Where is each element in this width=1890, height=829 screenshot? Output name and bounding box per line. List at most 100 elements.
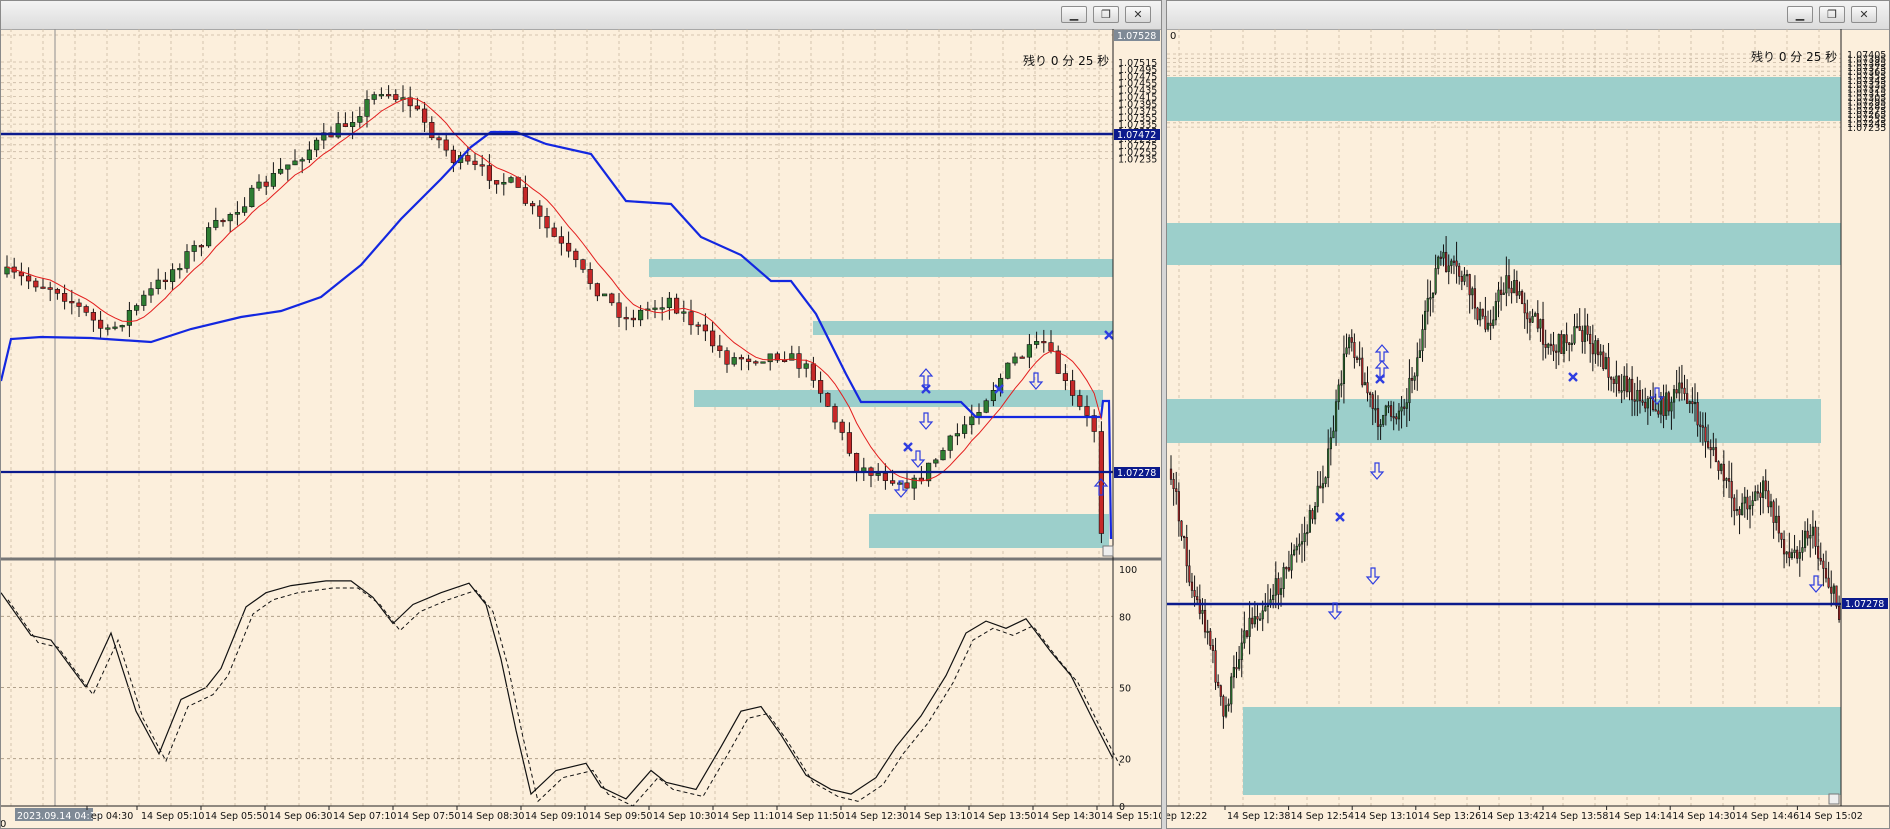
candle-body	[1077, 395, 1083, 407]
candle-body	[1547, 343, 1550, 348]
candle-body	[637, 309, 644, 321]
candle-body	[587, 269, 593, 284]
zones	[649, 259, 1113, 548]
candle-body	[1602, 351, 1605, 369]
candle-body	[1552, 344, 1555, 352]
oscillator-main-line	[1, 580, 1114, 800]
candle-body	[1463, 274, 1466, 282]
minimize-icon[interactable]: ▁	[1787, 6, 1813, 23]
candle-body	[1644, 401, 1647, 409]
candle-body	[1536, 313, 1539, 329]
candle-body	[1172, 479, 1175, 489]
scale-fix-icon	[1102, 545, 1114, 557]
candle-body	[1327, 448, 1330, 479]
cross-marker-icon	[1568, 372, 1578, 382]
restore-icon[interactable]: ❐	[1093, 6, 1119, 23]
candle-body	[702, 324, 708, 332]
candle-body	[1696, 402, 1699, 426]
candle-body	[1541, 319, 1545, 345]
candle-body	[1188, 565, 1191, 583]
candle-body	[1340, 383, 1343, 386]
candle-body	[54, 289, 60, 294]
time-label: 14 Sep 13:10	[909, 811, 972, 822]
candle-body	[357, 116, 363, 123]
price-tick-label: 1.07235	[1118, 155, 1157, 166]
candle-body	[1706, 441, 1710, 448]
candle-body	[1193, 590, 1196, 597]
candle-body	[1594, 340, 1597, 355]
candle-body	[1513, 280, 1516, 294]
candle-body	[1709, 447, 1712, 451]
candle-body	[1196, 596, 1199, 601]
price-chart-area[interactable]: 1.075281.075151.074951.074751.074551.074…	[1, 29, 1161, 829]
candle-body	[472, 160, 478, 165]
candle-body	[1790, 552, 1794, 559]
cross-marker-icon	[903, 442, 913, 452]
candle-body	[1620, 390, 1623, 393]
candle-body	[227, 214, 233, 222]
candle-body	[1369, 392, 1372, 395]
candle-body	[1641, 400, 1644, 403]
candle-body	[213, 219, 219, 228]
zone	[1167, 223, 1841, 265]
candle-body	[781, 359, 788, 362]
candle-body	[1426, 297, 1429, 312]
close-icon[interactable]: ✕	[1851, 6, 1877, 23]
time-label: 14 Sep 13:26	[1418, 811, 1481, 822]
candle-body	[1486, 322, 1490, 330]
candle-body	[1638, 389, 1642, 402]
candle-body	[1686, 393, 1689, 404]
candle-body	[1775, 515, 1778, 523]
candle-body	[1342, 353, 1346, 384]
candle-body	[407, 97, 413, 107]
candle-body	[170, 269, 176, 282]
candle-body	[817, 380, 824, 394]
candle-body	[1379, 424, 1382, 427]
candle-body	[1424, 310, 1427, 330]
time-label: 14 Sep 08:30	[461, 811, 524, 822]
minimize-icon[interactable]: ▁	[1061, 6, 1087, 23]
time-axis: 2023.09.14 04:15ep 04:30 14 Sep 05:10 14 S…	[1, 805, 1161, 822]
time-axis: ep 12:22 14 Sep 12:38 14 Sep 12:54 14 Sep 1…	[1167, 805, 1889, 822]
close-icon[interactable]: ✕	[1125, 6, 1151, 23]
candle-body	[1334, 401, 1338, 432]
candle-body	[1743, 496, 1746, 504]
candle-body	[1796, 549, 1799, 559]
candle-body	[1240, 642, 1243, 660]
candle-body	[1672, 389, 1676, 403]
candle-body	[1481, 308, 1484, 317]
candle-body	[162, 279, 169, 282]
candle-body	[1722, 463, 1725, 481]
candle-body	[846, 432, 852, 454]
candle-body	[1489, 322, 1492, 326]
down-arrow-icon	[1808, 575, 1824, 593]
candle-body	[1832, 585, 1835, 594]
price-chart-area[interactable]: 1.074051.073951.073851.073751.073651.073…	[1167, 29, 1889, 829]
candle-body	[882, 473, 888, 481]
candle-body	[378, 94, 385, 97]
window-titlebar[interactable]: ▁ ❐ ✕	[1, 1, 1161, 30]
candle-body	[1455, 260, 1458, 267]
candle-body	[1505, 275, 1508, 294]
candle-body	[1387, 405, 1390, 408]
candle-body	[853, 453, 860, 473]
window-titlebar[interactable]: ▁ ❐ ✕	[1167, 1, 1889, 30]
candle-body	[126, 310, 132, 326]
candle-body	[1767, 490, 1770, 508]
candle-body	[969, 416, 975, 426]
chart-window-right[interactable]: ▁ ❐ ✕ 1.07405 1.07395 1.07385 1.07375 1.0736…	[1166, 0, 1890, 829]
candle-body	[1282, 567, 1285, 589]
candle-body	[277, 168, 284, 174]
candle-body	[1591, 343, 1594, 355]
candle-body	[1227, 703, 1230, 706]
chart-window-left[interactable]: ▁ ❐ ✕ 1.07528 1.07515 1.07495 1.07475 1.0745…	[0, 0, 1162, 829]
time-label: 14 Sep 14:46	[1736, 811, 1799, 822]
candle-body	[983, 400, 989, 413]
restore-icon[interactable]: ❐	[1819, 6, 1845, 23]
horizontal-lines[interactable]	[1, 132, 1113, 474]
candle-body	[1589, 334, 1592, 344]
candle-body	[1785, 551, 1788, 555]
candle-body	[242, 206, 248, 213]
candle-body	[134, 305, 140, 311]
candle-body	[1245, 630, 1249, 637]
